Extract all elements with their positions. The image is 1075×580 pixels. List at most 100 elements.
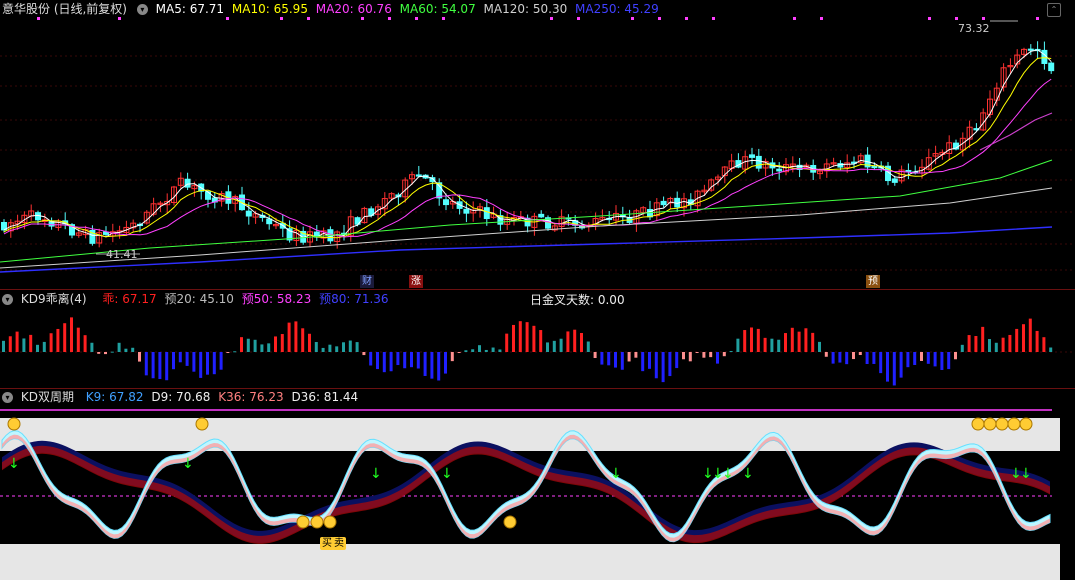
earnings-tag[interactable]: 财 [360, 275, 374, 288]
ma5-line [3, 49, 1052, 239]
kd9-bar [729, 351, 733, 353]
kd9-bar [722, 352, 726, 357]
kd9-bar [518, 321, 522, 352]
money-bag-icon [983, 417, 997, 431]
kd9-bar [648, 352, 651, 369]
kd9-bar [267, 343, 271, 352]
candle-body [483, 207, 490, 220]
kd9-bar [552, 340, 556, 352]
ma20-line [3, 78, 1052, 238]
kd9-bar [382, 352, 386, 373]
kd9-bar [688, 352, 692, 362]
event-marker [1036, 17, 1039, 20]
kd9-bar [668, 352, 672, 377]
kd9-bar [899, 352, 903, 378]
kd9-bar [15, 331, 19, 352]
low-price-label: 41.41 [106, 248, 138, 261]
candle-body [891, 178, 898, 183]
kd9-bar [954, 352, 957, 360]
kd9-bar [260, 344, 264, 352]
kd9-bar [981, 326, 985, 352]
kd9-bar [641, 352, 645, 372]
kd9-bar [967, 335, 971, 352]
kd9-bar [933, 352, 937, 367]
kd9-panel[interactable]: ▾ KD9乖离(4) 乖: 67.17 预20: 45.10 预50: 58.2… [0, 290, 1075, 388]
kd9-bar [423, 352, 427, 376]
event-marker [307, 17, 310, 20]
kd9-bar [389, 352, 393, 372]
event-marker [658, 17, 661, 20]
kd9-bar [212, 352, 216, 375]
event-marker [928, 17, 931, 20]
kd9-bar [614, 352, 617, 368]
kd9-bar [321, 347, 325, 352]
kd9-bar [484, 349, 488, 352]
kd9-bar [512, 324, 515, 352]
ma120-line [0, 187, 1053, 269]
kd9-bar [743, 330, 747, 352]
down-arrow-icon: ↓ [722, 466, 734, 482]
kd9-bar [994, 342, 998, 352]
kd9-bar [396, 352, 400, 366]
forecast-tag[interactable]: 预 [866, 275, 880, 288]
kd9-bar [920, 352, 923, 361]
kd9-bar [974, 336, 978, 352]
sad-face-icon [310, 515, 324, 529]
kd9-bar [8, 336, 12, 352]
kd9-bar [369, 352, 373, 366]
kd-dual-chart[interactable]: ↓ ↓↓ ↓ ↓ ↓↓↓ ↓ ↓↓ [0, 388, 1075, 580]
kd9-bar [573, 329, 577, 352]
candle-body [415, 174, 422, 177]
kd9-bar [206, 352, 209, 375]
kd9-bar [777, 339, 781, 352]
kd9-bar [627, 352, 631, 362]
kd9-bar [110, 351, 114, 353]
kd9-bar [682, 352, 685, 360]
event-marker [118, 17, 121, 20]
kd9-bar [172, 352, 175, 370]
kd9-bar [342, 342, 345, 352]
kd9-bar [253, 339, 257, 352]
kd9-bar [600, 352, 604, 365]
kd9-bar [546, 342, 549, 352]
kd9-bar [444, 352, 447, 374]
kd9-bar [376, 352, 379, 370]
kd9-bar [784, 333, 787, 352]
kd9-bar [913, 352, 917, 365]
kd9-bar [226, 352, 230, 353]
money-bag-icon [995, 417, 1009, 431]
kd9-bar [2, 340, 5, 352]
candle-body [749, 154, 755, 158]
kd9-bar [593, 352, 597, 359]
kd9-bar [790, 327, 794, 352]
event-marker [280, 17, 283, 20]
kd9-bar [117, 342, 121, 352]
sad-face-icon [323, 515, 337, 529]
kd9-bar [940, 352, 944, 370]
kd9-bar [620, 352, 624, 370]
kd-panel[interactable]: ▾ KD双周期 K9: 67.82 D9: 70.68 K36: 76.23 D… [0, 388, 1075, 580]
kd9-bar [76, 327, 80, 352]
kd9-bar [104, 352, 107, 355]
event-marker [550, 17, 553, 20]
kd9-bar [831, 352, 835, 364]
kd9-bar [138, 352, 141, 362]
down-arrow-icon: ↓ [8, 456, 20, 472]
kd9-bar [1049, 347, 1053, 352]
down-arrow-icon: ↓ [370, 466, 382, 482]
kd9-bar [1022, 324, 1025, 352]
candle-body [871, 165, 878, 169]
kd9-bar [301, 328, 305, 352]
candlestick-chart[interactable] [0, 0, 1075, 290]
price-panel[interactable]: 意华股份 (日线,前复权) ▾ MA5: 67.71 MA10: 65.95 M… [0, 0, 1075, 290]
kd9-bar [70, 317, 73, 352]
kd9-bar-chart[interactable] [0, 290, 1075, 388]
kd9-bar [294, 321, 298, 352]
limit-up-tag[interactable]: 涨 [409, 275, 423, 288]
kd9-bar [532, 325, 536, 352]
kd9-bar [56, 328, 60, 352]
kd9-bar [403, 352, 407, 369]
kd9-bar [457, 352, 461, 353]
event-marker [982, 17, 985, 20]
money-bag-icon [195, 417, 209, 431]
